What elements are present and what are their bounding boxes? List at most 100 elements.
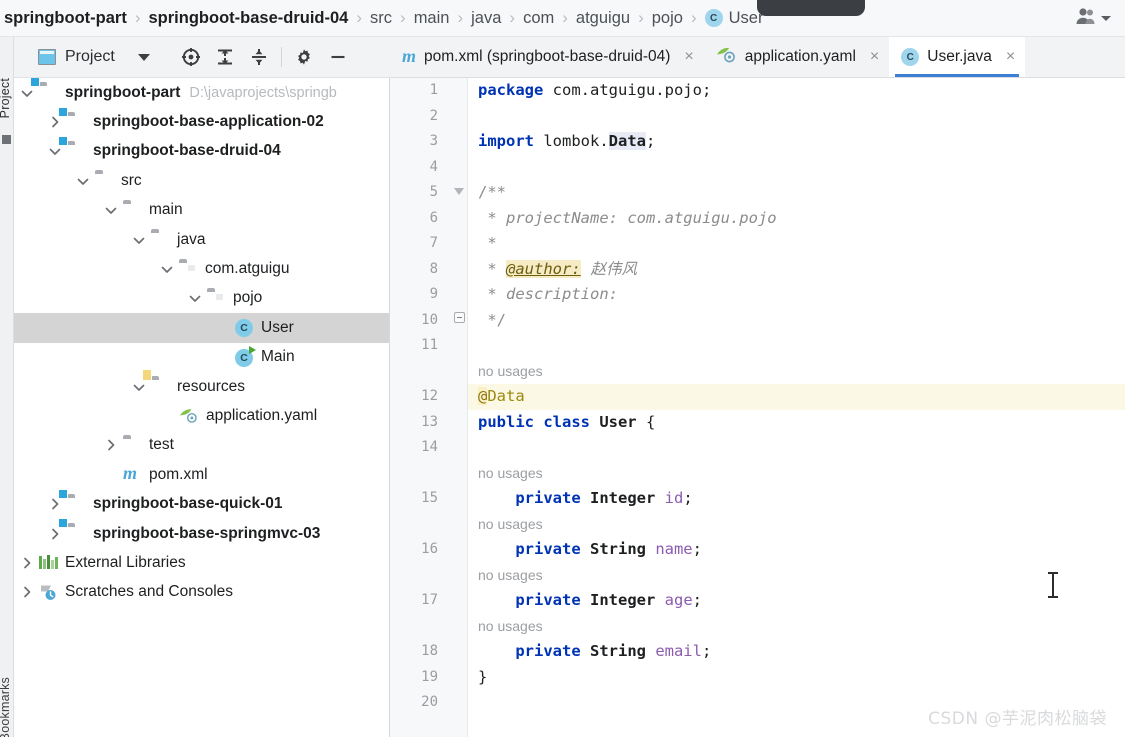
code-line-1: package com.atguigu.pojo; xyxy=(478,81,712,99)
code-line-9: * description: xyxy=(478,285,618,303)
tree-expand-arrow-icon[interactable] xyxy=(18,554,35,571)
tree-collapse-arrow-icon[interactable] xyxy=(130,231,147,248)
overlay-tooltip-artifact xyxy=(757,0,865,16)
expand-all-icon[interactable] xyxy=(208,40,242,74)
inlay-hint-no-usages[interactable]: no usages xyxy=(478,359,543,385)
breadcrumb-label: springboot-base-druid-04 xyxy=(148,8,349,27)
tool-window-button-bookmarks[interactable]: Bookmarks xyxy=(0,677,12,737)
code-line-18: private String email; xyxy=(515,642,712,660)
tree-item-test[interactable]: test xyxy=(14,431,389,460)
tree-item-springboot-base-springmvc-03[interactable]: springboot-base-springmvc-03 xyxy=(14,519,389,548)
tree-item-application-yaml[interactable]: application.yaml xyxy=(14,401,389,430)
tree-item-springboot-part[interactable]: springboot-part D:\javaprojects\springb xyxy=(14,78,389,107)
tree-item-com-atguigu[interactable]: com.atguigu xyxy=(14,254,389,283)
breadcrumb-item-user[interactable]: C User xyxy=(703,9,766,28)
java-class-icon: C xyxy=(235,319,254,338)
fold-marker-close-icon[interactable] xyxy=(454,312,465,323)
tree-item-pom-xml[interactable]: m pom.xml xyxy=(14,460,389,489)
editor-tab-user-java[interactable]: C User.java × xyxy=(889,37,1026,77)
maven-file-icon: m xyxy=(402,45,417,66)
settings-gear-icon[interactable] xyxy=(287,40,321,74)
breadcrumb-item-springboot-part[interactable]: springboot-part xyxy=(2,9,129,28)
tree-item-path-hint: D:\javaprojects\springb xyxy=(189,84,337,101)
tree-item-main[interactable]: main xyxy=(14,196,389,225)
breadcrumb-item-com[interactable]: com xyxy=(521,9,556,28)
tool-window-marker-icon xyxy=(2,135,11,144)
project-window-icon xyxy=(38,49,56,65)
tree-item-label: pojo xyxy=(233,289,263,307)
line-number: 4 xyxy=(429,158,438,175)
module-folder-icon xyxy=(39,84,58,101)
tree-item-user[interactable]: C User xyxy=(14,313,389,343)
line-number: 5 xyxy=(429,184,438,200)
close-icon[interactable]: × xyxy=(1006,49,1015,65)
line-number: 16 xyxy=(421,541,438,557)
tree-item-external-libraries[interactable]: External Libraries xyxy=(14,548,389,577)
line-number: 14 xyxy=(421,439,438,455)
inlay-hint-no-usages[interactable]: no usages xyxy=(478,563,543,589)
idea-window: springboot-part › springboot-base-druid-… xyxy=(0,0,1125,737)
code-content[interactable]: 1 2 3 4 5 6 7 8 9 10 11 12 13 14 15 16 1… xyxy=(390,78,1125,737)
breadcrumb-item-springboot-base-druid-04[interactable]: springboot-base-druid-04 xyxy=(147,9,351,28)
project-tree[interactable]: springboot-part D:\javaprojects\springb sp… xyxy=(14,78,390,737)
fold-marker-open-icon[interactable] xyxy=(454,188,464,195)
tree-item-src[interactable]: src xyxy=(14,166,389,195)
tree-item-label: springboot-part xyxy=(65,83,181,101)
tree-collapse-arrow-icon[interactable] xyxy=(74,172,91,189)
tree-item-resources[interactable]: resources xyxy=(14,372,389,401)
inlay-hint-no-usages[interactable]: no usages xyxy=(478,614,543,640)
tree-arrow-placeholder xyxy=(102,466,119,483)
code-line-13: public class User { xyxy=(478,412,656,431)
code-editor[interactable]: 1 2 3 4 5 6 7 8 9 10 11 12 13 14 15 16 1… xyxy=(390,78,1125,737)
editor-tab-application-yaml[interactable]: application.yaml × xyxy=(704,37,890,77)
line-number: 6 xyxy=(429,209,438,226)
tree-item-label: springboot-base-springmvc-03 xyxy=(93,524,321,542)
tree-item-pojo[interactable]: pojo xyxy=(14,284,389,313)
breadcrumb-item-src[interactable]: src xyxy=(368,9,394,28)
tree-arrow-placeholder xyxy=(214,319,231,336)
project-panel-title: Project xyxy=(65,48,115,65)
breadcrumb-separator-icon: › xyxy=(690,8,697,27)
chevron-down-icon[interactable] xyxy=(137,53,150,61)
collapse-all-icon[interactable] xyxy=(242,40,276,74)
hide-panel-icon[interactable] xyxy=(321,40,355,74)
inlay-hint-no-usages[interactable]: no usages xyxy=(478,461,543,487)
editor-tab-label: application.yaml xyxy=(744,48,856,65)
select-opened-file-icon[interactable] xyxy=(174,40,208,74)
breadcrumb-item-atguigu[interactable]: atguigu xyxy=(574,9,632,28)
java-class-icon: C xyxy=(901,48,920,66)
line-number: 11 xyxy=(421,337,438,353)
tree-item-java[interactable]: java xyxy=(14,225,389,254)
tree-expand-arrow-icon[interactable] xyxy=(102,437,119,454)
tree-collapse-arrow-icon[interactable] xyxy=(158,261,175,278)
tree-item-scratches-and-consoles[interactable]: Scratches and Consoles xyxy=(14,578,389,607)
close-icon[interactable]: × xyxy=(684,49,693,65)
tree-item-label: springboot-base-druid-04 xyxy=(93,142,281,160)
editor-tab-pom-xml[interactable]: m pom.xml (springboot-base-druid-04) × xyxy=(390,37,704,77)
breadcrumb-item-java[interactable]: java xyxy=(469,9,503,28)
project-panel-title-group[interactable]: Project xyxy=(14,48,150,66)
tree-collapse-arrow-icon[interactable] xyxy=(186,290,203,307)
breadcrumb-item-pojo[interactable]: pojo xyxy=(650,9,685,28)
tree-expand-arrow-icon[interactable] xyxy=(18,584,35,601)
project-panel-actions xyxy=(174,40,355,74)
tree-item-label: test xyxy=(149,436,174,454)
line-number: 3 xyxy=(429,133,438,149)
close-icon[interactable]: × xyxy=(870,49,879,65)
tool-window-button-project[interactable]: Project xyxy=(0,78,12,118)
account-chevron-down-icon[interactable] xyxy=(1101,15,1111,21)
code-line-8: * @author: 赵伟风 xyxy=(478,259,638,278)
code-line-5: /** xyxy=(478,183,506,201)
tree-item-main[interactable]: C Main xyxy=(14,343,389,372)
tree-item-springboot-base-quick-01[interactable]: springboot-base-quick-01 xyxy=(14,489,389,518)
folder-icon xyxy=(95,172,114,189)
breadcrumb-separator-icon: › xyxy=(638,8,644,27)
tree-item-springboot-base-druid-04[interactable]: springboot-base-druid-04 xyxy=(14,137,389,166)
account-people-icon[interactable] xyxy=(1075,6,1097,31)
breadcrumb-item-main[interactable]: main xyxy=(412,9,452,28)
yaml-file-icon xyxy=(716,46,737,69)
tree-collapse-arrow-icon[interactable] xyxy=(102,202,119,219)
tree-item-label: Scratches and Consoles xyxy=(65,583,234,601)
tree-item-springboot-base-application-02[interactable]: springboot-base-application-02 xyxy=(14,107,389,136)
inlay-hint-no-usages[interactable]: no usages xyxy=(478,512,543,538)
